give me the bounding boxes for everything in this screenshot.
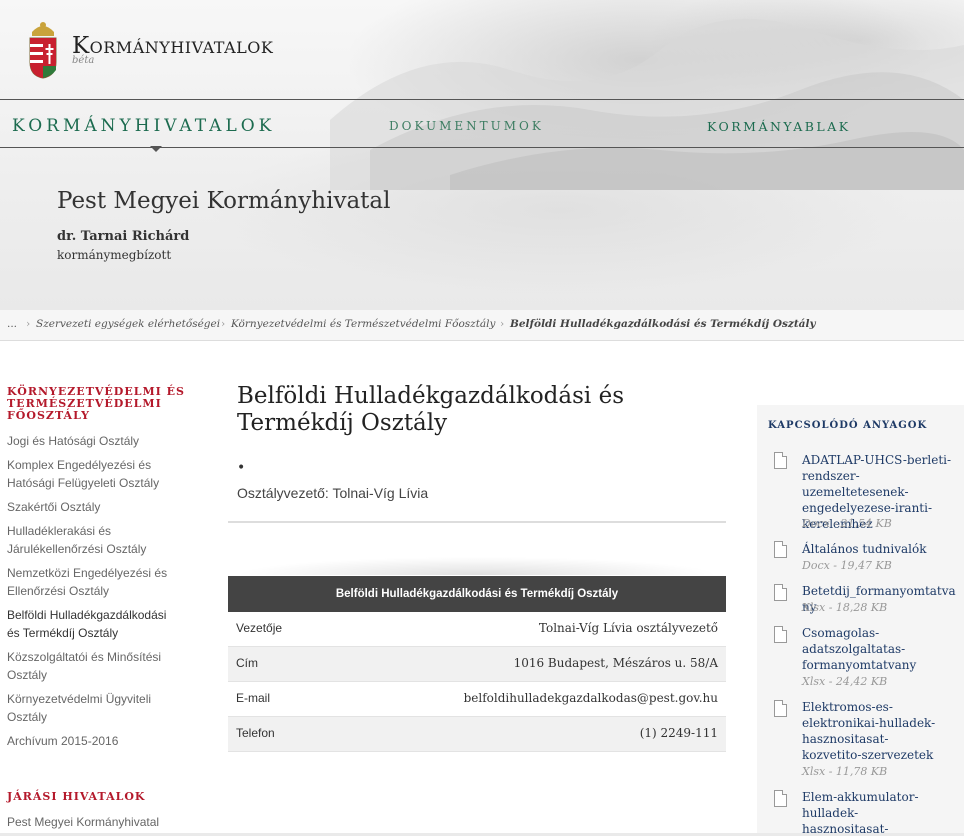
- sidebar-item[interactable]: Szakértői Osztály: [7, 498, 182, 516]
- sidebar-item-active[interactable]: Belföldi Hulladékgazdálkodási és Termékd…: [7, 606, 177, 642]
- sidebar-section-title: Környezetvédelmi és Természetvédelmi Főo…: [7, 386, 185, 422]
- content-divider: [228, 521, 726, 523]
- breadcrumb-separator-icon: ›: [26, 318, 31, 330]
- sidebar-item[interactable]: Közszolgáltatói és Minősítési Osztály: [7, 648, 172, 684]
- related-doc-link[interactable]: Általános tudnivalók: [802, 541, 958, 557]
- related-doc-meta: Docx - 21,54 KB: [802, 517, 892, 530]
- nav-divider-bottom: [0, 147, 964, 148]
- related-doc-meta: Docx - 19,47 KB: [802, 559, 892, 572]
- office-head-role: kormánymegbízott: [57, 248, 172, 262]
- sidebar-item[interactable]: Pest Megyei Kormányhivatal: [7, 813, 182, 831]
- document-icon: [774, 700, 787, 717]
- sidebar-item[interactable]: Archívum 2015-2016: [7, 732, 182, 750]
- related-doc-link[interactable]: Csomagolas-adatszolgaltatas-formanyomtat…: [802, 625, 922, 673]
- sidebar-item[interactable]: Komplex Engedélyezési és Hatósági Felügy…: [7, 456, 167, 492]
- table-row-value: Tolnai-Víg Lívia osztályvezető: [538, 621, 718, 635]
- coat-of-arms-icon: [29, 22, 57, 79]
- nav-divider-top: [0, 99, 964, 100]
- table-row: E-mail belfoldihulladekgazdalkodas@pest.…: [228, 682, 726, 717]
- table-row: Cím 1016 Budapest, Mészáros u. 58/A: [228, 647, 726, 682]
- document-icon: [774, 790, 787, 807]
- sidebar-item[interactable]: Jogi és Hatósági Osztály: [7, 432, 182, 450]
- document-icon: [774, 541, 787, 558]
- related-doc-link[interactable]: Elem-akkumulator-hulladek-hasznositasat-…: [802, 789, 937, 833]
- breadcrumb: ... › Szervezeti egységek elérhetőségei …: [0, 310, 964, 341]
- table-row: Vezetője Tolnai-Víg Lívia osztályvezető: [228, 612, 726, 647]
- page-title: Belföldi Hulladékgazdálkodási és Termékd…: [237, 383, 624, 436]
- email-link[interactable]: belfoldihulladekgazdalkodas@pest.gov.hu: [464, 691, 718, 705]
- table-row-key: E-mail: [236, 691, 271, 705]
- sidebar-item[interactable]: Hulladéklerakási és Járulékellenőrzési O…: [7, 522, 157, 558]
- table-row: Telefon (1) 2249-111: [228, 717, 726, 752]
- site-header: Kormányhivatalok béta Kormányhivatalok D…: [0, 0, 964, 310]
- nav-kormanyhivatalok[interactable]: Kormányhivatalok: [12, 116, 275, 136]
- table-row-value: 1016 Budapest, Mészáros u. 58/A: [513, 656, 718, 670]
- breadcrumb-item[interactable]: Környezetvédelmi és Természetvédelmi Főo…: [231, 318, 495, 330]
- table-row-key: Telefon: [236, 726, 275, 740]
- related-materials-title: Kapcsolódó anyagok: [768, 420, 928, 431]
- table-row-value: (1) 2249-111: [639, 726, 718, 740]
- contact-table: Belföldi Hulladékgazdálkodási és Termékd…: [228, 576, 726, 752]
- brand-beta-label: béta: [72, 55, 95, 66]
- related-doc-meta: Xlsx - 24,42 KB: [802, 675, 888, 688]
- document-icon: [774, 452, 787, 469]
- document-icon: [774, 584, 787, 601]
- breadcrumb-item[interactable]: Szervezeti egységek elérhetőségei: [36, 318, 220, 330]
- related-doc-link[interactable]: Elektromos-es-elektronikai-hulladek-hasz…: [802, 699, 937, 763]
- contact-table-header: Belföldi Hulladékgazdálkodási és Termékd…: [228, 576, 726, 612]
- table-row-key: Cím: [236, 656, 258, 670]
- nav-dokumentumok[interactable]: Dokumentumok: [389, 119, 544, 133]
- sidebar-item[interactable]: Nemzetközi Engedélyezési és Ellenőrzési …: [7, 564, 177, 600]
- breadcrumb-ellipsis[interactable]: ...: [7, 318, 17, 330]
- nav-kormanyablak[interactable]: Kormányablak: [707, 119, 851, 134]
- office-head-name: dr. Tarnai Richárd: [57, 229, 190, 244]
- bullet-icon: •: [237, 460, 246, 476]
- breadcrumb-separator-icon: ›: [221, 318, 226, 330]
- sidebar-item[interactable]: Környezetvédelmi Ügyviteli Osztály: [7, 690, 167, 726]
- department-manager: Osztályvezető: Tolnai-Víg Lívia: [237, 485, 429, 501]
- office-title: Pest Megyei Kormányhivatal: [57, 188, 391, 214]
- brand-name[interactable]: Kormányhivatalok: [72, 33, 273, 59]
- document-icon: [774, 626, 787, 643]
- table-row-key: Vezetője: [236, 621, 283, 635]
- landscape-background: [330, 18, 964, 190]
- active-nav-caret-icon: [150, 146, 162, 152]
- sidebar-section-title-jarasi: Járási hivatalok: [7, 790, 146, 803]
- sidebar-title-line: Főosztály: [7, 409, 90, 422]
- table-shadow: [228, 545, 726, 575]
- related-doc-meta: Xlsx - 18,28 KB: [802, 601, 888, 614]
- breadcrumb-separator-icon: ›: [500, 318, 505, 330]
- breadcrumb-current: Belföldi Hulladékgazdálkodási és Termékd…: [510, 318, 816, 330]
- related-doc-meta: Xlsx - 11,78 KB: [802, 765, 888, 778]
